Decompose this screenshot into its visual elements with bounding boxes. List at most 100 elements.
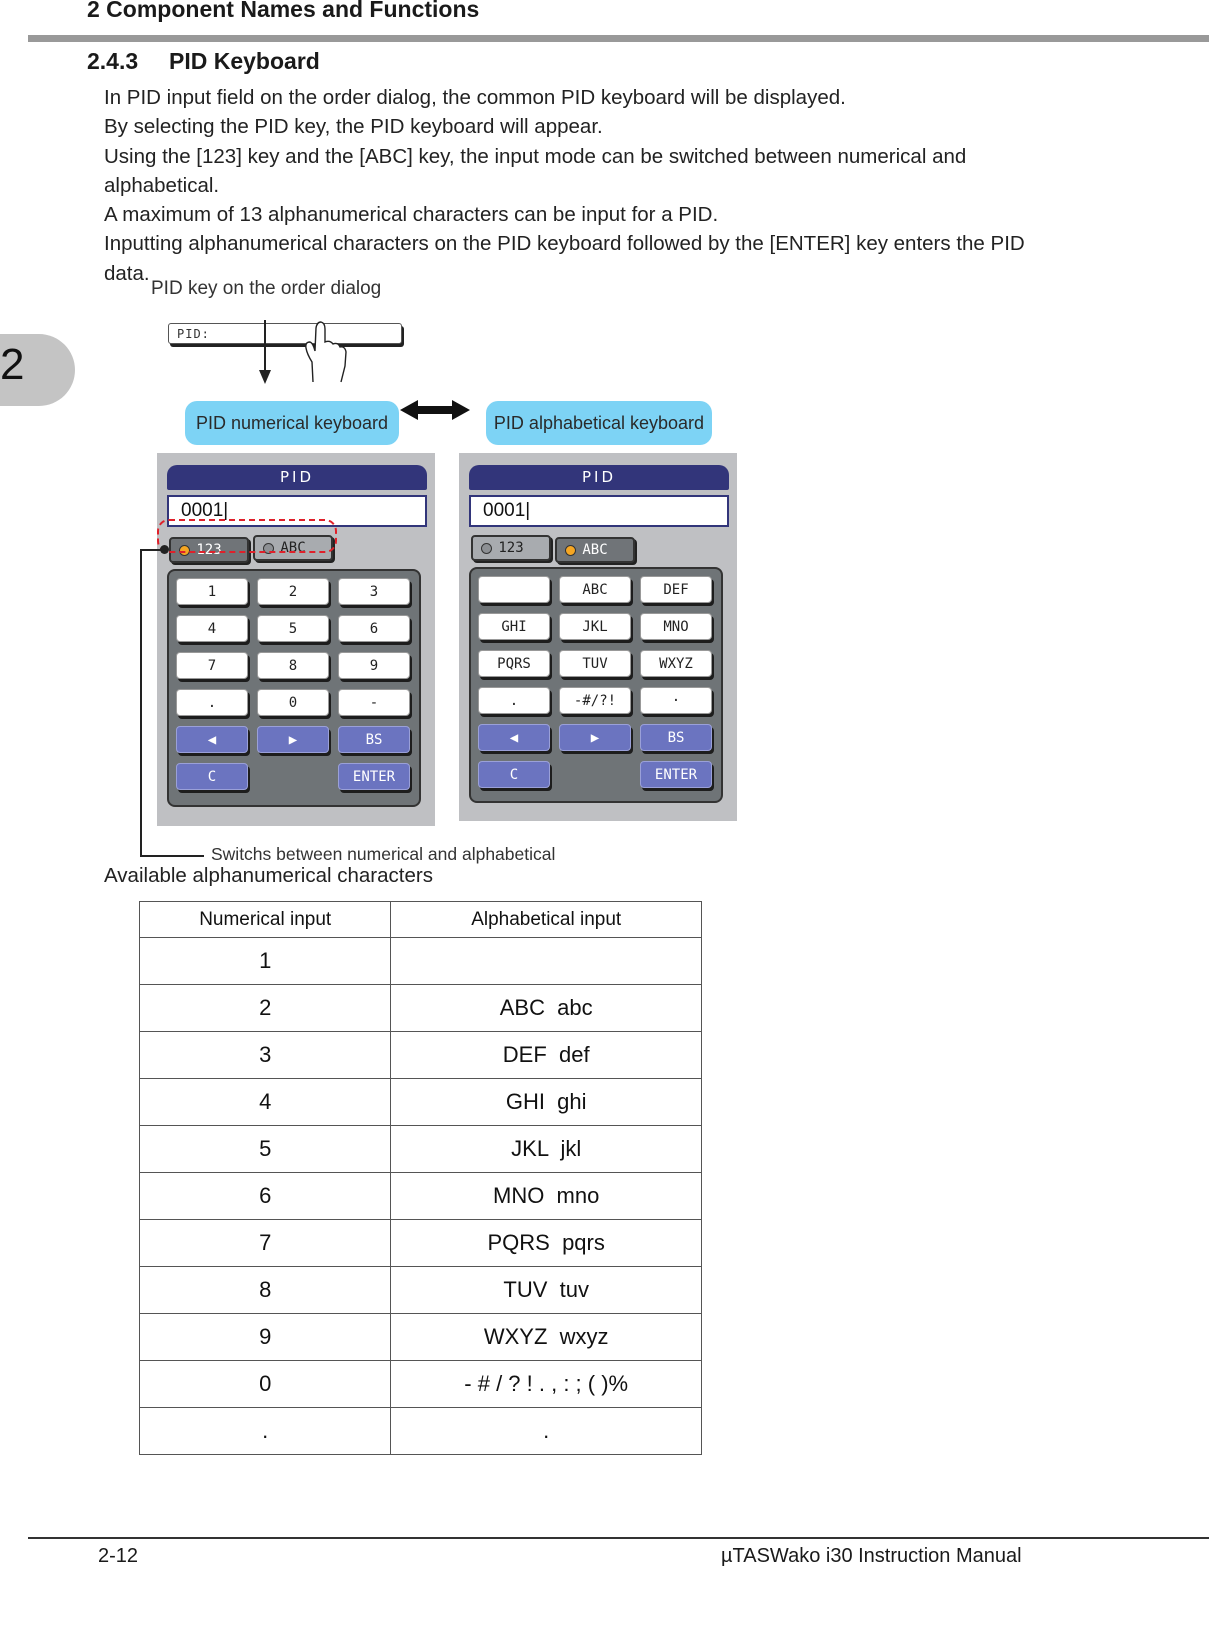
keyboard-title: PID <box>469 465 729 490</box>
body-text: In PID input field on the order dialog, … <box>104 83 1104 288</box>
pointing-hand-icon <box>305 321 347 383</box>
chapter-number: 2 <box>0 340 25 389</box>
pid-input[interactable]: 0001| <box>469 495 729 527</box>
paragraph: A maximum of 13 alphanumerical character… <box>104 203 719 227</box>
section-number: 2.4.3 <box>87 48 139 74</box>
keypad-key[interactable]: 0 <box>257 689 329 716</box>
alphabetical-cell: . <box>390 1407 702 1455</box>
bracket-dot <box>160 545 169 554</box>
table-row: .. <box>138 1407 702 1455</box>
alphabetical-cell: GHI ghi <box>390 1078 702 1126</box>
clear-key[interactable]: C <box>478 761 550 788</box>
keypad-key[interactable]: ABC <box>559 576 631 603</box>
keypad-key[interactable]: 9 <box>338 652 410 679</box>
backspace-key[interactable]: BS <box>640 724 712 751</box>
down-arrow-icon <box>259 320 271 384</box>
switch-caption: Switchs between numerical and alphabetic… <box>211 844 556 864</box>
table-row: 1 <box>138 937 702 985</box>
enter-key[interactable]: ENTER <box>640 761 712 788</box>
keypad-key[interactable]: . <box>176 689 248 716</box>
numerical-cell: 8 <box>138 1266 392 1314</box>
bracket-line <box>140 549 142 856</box>
table-row: 2 ABC abc <box>138 984 702 1032</box>
section-title: 2.4.3 PID Keyboard <box>87 48 320 75</box>
alphabetical-cell <box>390 937 702 985</box>
numerical-cell: . <box>138 1407 392 1455</box>
mode-label: 123 <box>498 540 524 556</box>
keypad: 1 2 3 4 5 6 7 8 9. 0- ◀ ▶ BS C ENTER <box>167 569 421 807</box>
numerical-cell: 3 <box>138 1031 392 1079</box>
numerical-cell: 7 <box>138 1219 392 1267</box>
alphabetical-cell: JKL jkl <box>390 1125 702 1173</box>
paragraph: In PID input field on the order dialog, … <box>104 86 846 109</box>
numerical-cell: 9 <box>138 1313 392 1361</box>
keypad-key[interactable]: . <box>478 687 550 714</box>
keypad-key[interactable]: 6 <box>338 615 410 642</box>
mode-123-button[interactable]: 123 <box>471 535 551 561</box>
keypad-key[interactable]: -#/?! <box>559 687 631 714</box>
keypad-key[interactable]: 4 <box>176 615 248 642</box>
table-row: 6 MNO mno <box>138 1172 702 1220</box>
numerical-cell: 5 <box>138 1125 392 1173</box>
keypad-key[interactable]: TUV <box>559 650 631 677</box>
enter-key[interactable]: ENTER <box>338 763 410 790</box>
table-caption: Available alphanumerical characters <box>104 864 433 887</box>
keypad-key[interactable]: - <box>338 689 410 716</box>
alphabetical-cell: MNO mno <box>390 1172 702 1220</box>
led-indicator-icon <box>481 543 492 554</box>
table-row: 3 DEF def <box>138 1031 702 1079</box>
keypad-key[interactable]: 1 <box>176 578 248 605</box>
table-header-row: Numerical input Alphabetical input <box>138 901 702 938</box>
backspace-key[interactable]: BS <box>338 726 410 753</box>
table-row: 5 JKL jkl <box>138 1125 702 1173</box>
keypad: ABC DEF GHI JKL MNO PQRS TUV WXYZ. -#/?! · ◀ ▶ BS C EN… <box>469 567 723 803</box>
keypad-key[interactable]: 8 <box>257 652 329 679</box>
numerical-cell: 4 <box>138 1078 392 1126</box>
table-row: 9 WXYZ wxyz <box>138 1313 702 1361</box>
keypad-key[interactable] <box>478 576 550 603</box>
table-row: 4 GHI ghi <box>138 1078 702 1126</box>
header-rule <box>28 35 1209 42</box>
mode-switch-highlight <box>157 519 337 553</box>
paragraph: By selecting the PID key, the PID keyboa… <box>104 115 603 139</box>
pid-key-caption: PID key on the order dialog <box>151 278 382 299</box>
led-indicator-icon <box>565 545 576 556</box>
keyboard-title: PID <box>167 465 427 490</box>
cursor-left-key[interactable]: ◀ <box>176 726 248 753</box>
keypad-key[interactable]: 3 <box>338 578 410 605</box>
numerical-keyboard: PID 0001| 123 ABC 1 2 3 4 5 6 7 8 9. 0- ◀ ▶ BS C ENTER <box>157 453 435 826</box>
chapter-tab: 2 <box>0 334 75 406</box>
alphabetical-cell: DEF def <box>390 1031 702 1079</box>
keypad-key[interactable]: DEF <box>640 576 712 603</box>
table-row: 7 PQRS pqrs <box>138 1219 702 1267</box>
alphabetical-cell: ABC abc <box>390 984 702 1032</box>
keypad-key[interactable]: 5 <box>257 615 329 642</box>
keypad-key[interactable]: MNO <box>640 613 712 640</box>
keypad-key[interactable]: GHI <box>478 613 550 640</box>
cursor-left-key[interactable]: ◀ <box>478 724 550 751</box>
paragraph: Using the [123] key and the [ABC] key, t… <box>104 144 967 197</box>
mode-abc-button[interactable]: ABC <box>555 537 635 563</box>
clear-key[interactable]: C <box>176 763 248 790</box>
keypad-key[interactable]: · <box>640 687 712 714</box>
keypad-key[interactable]: 7 <box>176 652 248 679</box>
alphabetical-cell: - # / ? ! . , : ; ( )% <box>390 1360 702 1408</box>
column-header: Numerical input <box>138 901 392 938</box>
cursor-right-key[interactable]: ▶ <box>257 726 329 753</box>
numerical-cell: 0 <box>138 1360 392 1408</box>
keypad-key[interactable]: PQRS <box>478 650 550 677</box>
keypad-key[interactable]: 2 <box>257 578 329 605</box>
table-row: 0- # / ? ! . , : ; ( )% <box>138 1360 702 1408</box>
running-header: 2 Component Names and Functions <box>87 0 480 22</box>
manual-title: µTASWako i30 Instruction Manual <box>721 1545 1022 1567</box>
alphabetical-cell: TUV tuv <box>390 1266 702 1314</box>
keypad-key[interactable]: JKL <box>559 613 631 640</box>
numerical-cell: 2 <box>138 984 392 1032</box>
cursor-right-key[interactable]: ▶ <box>559 724 631 751</box>
double-arrow-icon <box>400 400 470 420</box>
section-heading: PID Keyboard <box>169 48 320 74</box>
keypad-key[interactable]: WXYZ <box>640 650 712 677</box>
callout-numerical: PID numerical keyboard <box>185 401 399 445</box>
numerical-cell: 6 <box>138 1172 392 1220</box>
column-header: Alphabetical input <box>390 901 702 938</box>
